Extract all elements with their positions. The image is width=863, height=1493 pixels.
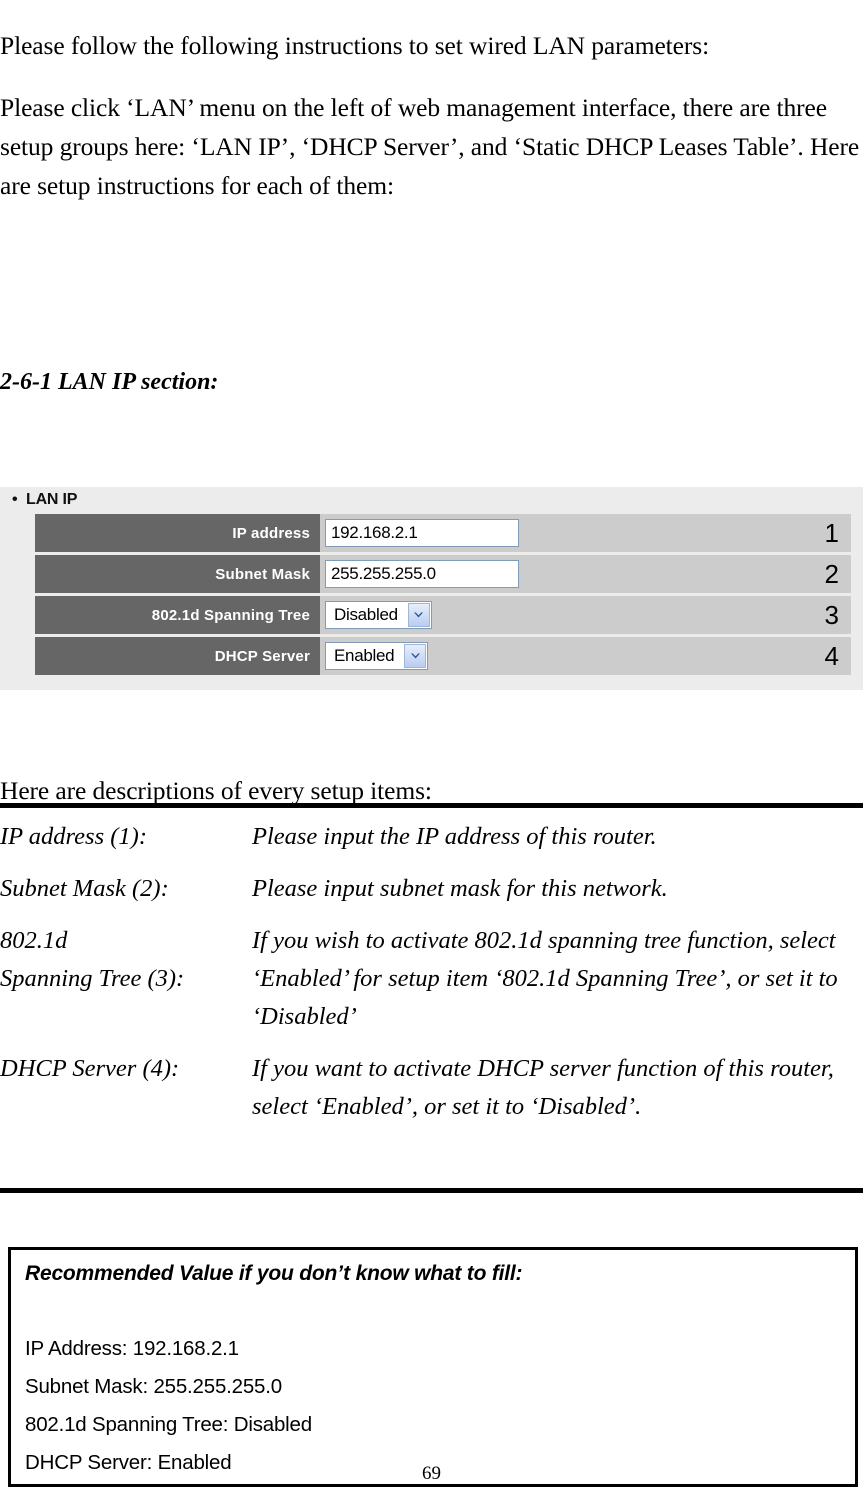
description-term-dhcp-server: DHCP Server (4):: [0, 1055, 180, 1082]
row-label-ip-address: IP address: [35, 514, 320, 552]
description-row: DHCP Server (4): If you want to activate…: [0, 1050, 863, 1126]
description-text-dhcp-server: If you want to activate DHCP server func…: [252, 1055, 834, 1120]
setup-item-descriptions: IP address (1): Please input the IP addr…: [0, 818, 863, 1140]
callout-number-1: 1: [824, 518, 839, 548]
table-row: 802.1d Spanning Tree Disabled 3: [35, 596, 851, 634]
bullet-icon: •: [12, 491, 18, 508]
row-value-spanning-tree: Disabled 3: [320, 596, 851, 634]
table-row: DHCP Server Enabled 4: [35, 637, 851, 675]
description-text-spanning-tree: If you wish to activate 802.1d spanning …: [252, 927, 838, 1030]
settings-rows: IP address 192.168.2.1 1 Subnet Mask 255…: [35, 514, 851, 678]
row-label-dhcp-server: DHCP Server: [35, 637, 320, 675]
row-value-ip-address: 192.168.2.1 1: [320, 514, 851, 552]
list-item: Subnet Mask: 255.255.255.0: [25, 1375, 282, 1398]
subnet-mask-input[interactable]: 255.255.255.0: [325, 560, 519, 588]
description-term-line-2: Spanning Tree (3):: [0, 965, 185, 992]
intro-paragraph-1: Please follow the following instructions…: [0, 30, 710, 60]
description-term-spanning-tree: 802.1d Spanning Tree (3):: [0, 922, 252, 998]
page-number: 69: [422, 1463, 441, 1484]
table-rule-top: [0, 803, 863, 808]
dhcp-server-select[interactable]: Enabled: [325, 642, 429, 670]
section-heading: 2-6-1 LAN IP section:: [0, 369, 219, 395]
list-item: 802.1d Spanning Tree: Disabled: [25, 1413, 312, 1436]
list-item: IP Address: 192.168.2.1: [25, 1337, 239, 1360]
description-row: 802.1d Spanning Tree (3): If you wish to…: [0, 922, 863, 1036]
lan-ip-group-title: • LAN IP: [12, 491, 77, 509]
callout-number-3: 3: [824, 600, 839, 630]
description-term-ip-address: IP address (1):: [0, 823, 147, 850]
chevron-down-icon[interactable]: [404, 644, 427, 668]
lan-ip-settings-panel: • LAN IP IP address 192.168.2.1 1 Subnet …: [0, 487, 863, 690]
description-row: IP address (1): Please input the IP addr…: [0, 818, 863, 856]
spanning-tree-selected-value: Disabled: [334, 605, 398, 624]
spanning-tree-select[interactable]: Disabled: [325, 601, 432, 629]
dhcp-server-selected-value: Enabled: [334, 646, 395, 665]
row-label-spanning-tree: 802.1d Spanning Tree: [35, 596, 320, 634]
callout-number-2: 2: [824, 559, 839, 589]
table-row: Subnet Mask 255.255.255.0 2: [35, 555, 851, 593]
row-value-dhcp-server: Enabled 4: [320, 637, 851, 675]
recommended-value-box: Recommended Value if you don’t know what…: [8, 1247, 858, 1487]
row-label-subnet-mask: Subnet Mask: [35, 555, 320, 593]
row-value-subnet-mask: 255.255.255.0 2: [320, 555, 851, 593]
table-row: IP address 192.168.2.1 1: [35, 514, 851, 552]
intro-paragraph-2: Please click ‘LAN’ menu on the left of w…: [0, 92, 860, 200]
ip-address-input[interactable]: 192.168.2.1: [325, 519, 519, 547]
recommended-value-title: Recommended Value if you don’t know what…: [25, 1262, 523, 1285]
description-term-line-1: 802.1d: [0, 927, 68, 954]
document-page: Please follow the following instructions…: [0, 0, 863, 1493]
description-row: Subnet Mask (2): Please input subnet mas…: [0, 870, 863, 908]
chevron-down-icon[interactable]: [407, 603, 430, 627]
callout-number-4: 4: [824, 641, 839, 671]
table-rule-bottom: [0, 1188, 863, 1193]
description-text-subnet-mask: Please input subnet mask for this networ…: [252, 875, 668, 902]
recommended-value-list: IP Address: 192.168.2.1 Subnet Mask: 255…: [25, 1330, 825, 1482]
description-text-ip-address: Please input the IP address of this rout…: [252, 823, 657, 850]
lan-ip-group-title-label: LAN IP: [26, 491, 78, 508]
description-term-subnet-mask: Subnet Mask (2):: [0, 875, 169, 902]
